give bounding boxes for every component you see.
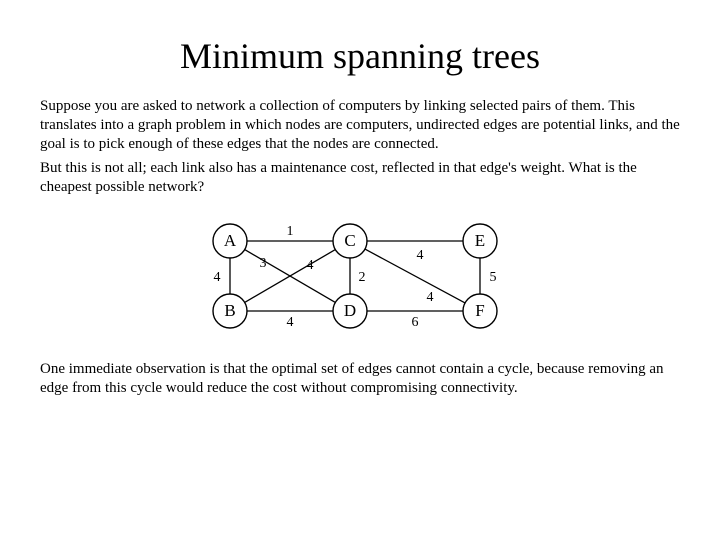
node-D-label: D: [344, 301, 356, 320]
weight-BC: 4: [307, 258, 314, 273]
weight-AB: 4: [214, 270, 221, 285]
observation-paragraph: One immediate observation is that the op…: [40, 360, 680, 398]
node-F-label: F: [475, 301, 484, 320]
weight-AC: 1: [287, 224, 294, 239]
intro-paragraph-1: Suppose you are asked to network a colle…: [40, 97, 680, 153]
mst-graph: 1 4 3 4 4 2 4 4 6 5 A B C D E F: [190, 211, 530, 341]
weight-CE: 4: [417, 248, 424, 263]
graph-figure: 1 4 3 4 4 2 4 4 6 5 A B C D E F: [40, 211, 680, 346]
node-A-label: A: [224, 231, 237, 250]
intro-paragraph-2: But this is not all; each link also has …: [40, 159, 680, 197]
node-B-label: B: [224, 301, 235, 320]
weight-DF: 6: [412, 315, 419, 330]
weight-EF: 5: [490, 270, 497, 285]
weight-BD: 4: [287, 315, 294, 330]
node-C-label: C: [344, 231, 355, 250]
weight-CD: 2: [359, 270, 366, 285]
edge-CF: [365, 249, 466, 303]
slide-title: Minimum spanning trees: [40, 35, 680, 77]
node-E-label: E: [475, 231, 485, 250]
weight-CF: 4: [427, 290, 434, 305]
weight-AD: 3: [260, 256, 267, 271]
slide: Minimum spanning trees Suppose you are a…: [0, 0, 720, 433]
